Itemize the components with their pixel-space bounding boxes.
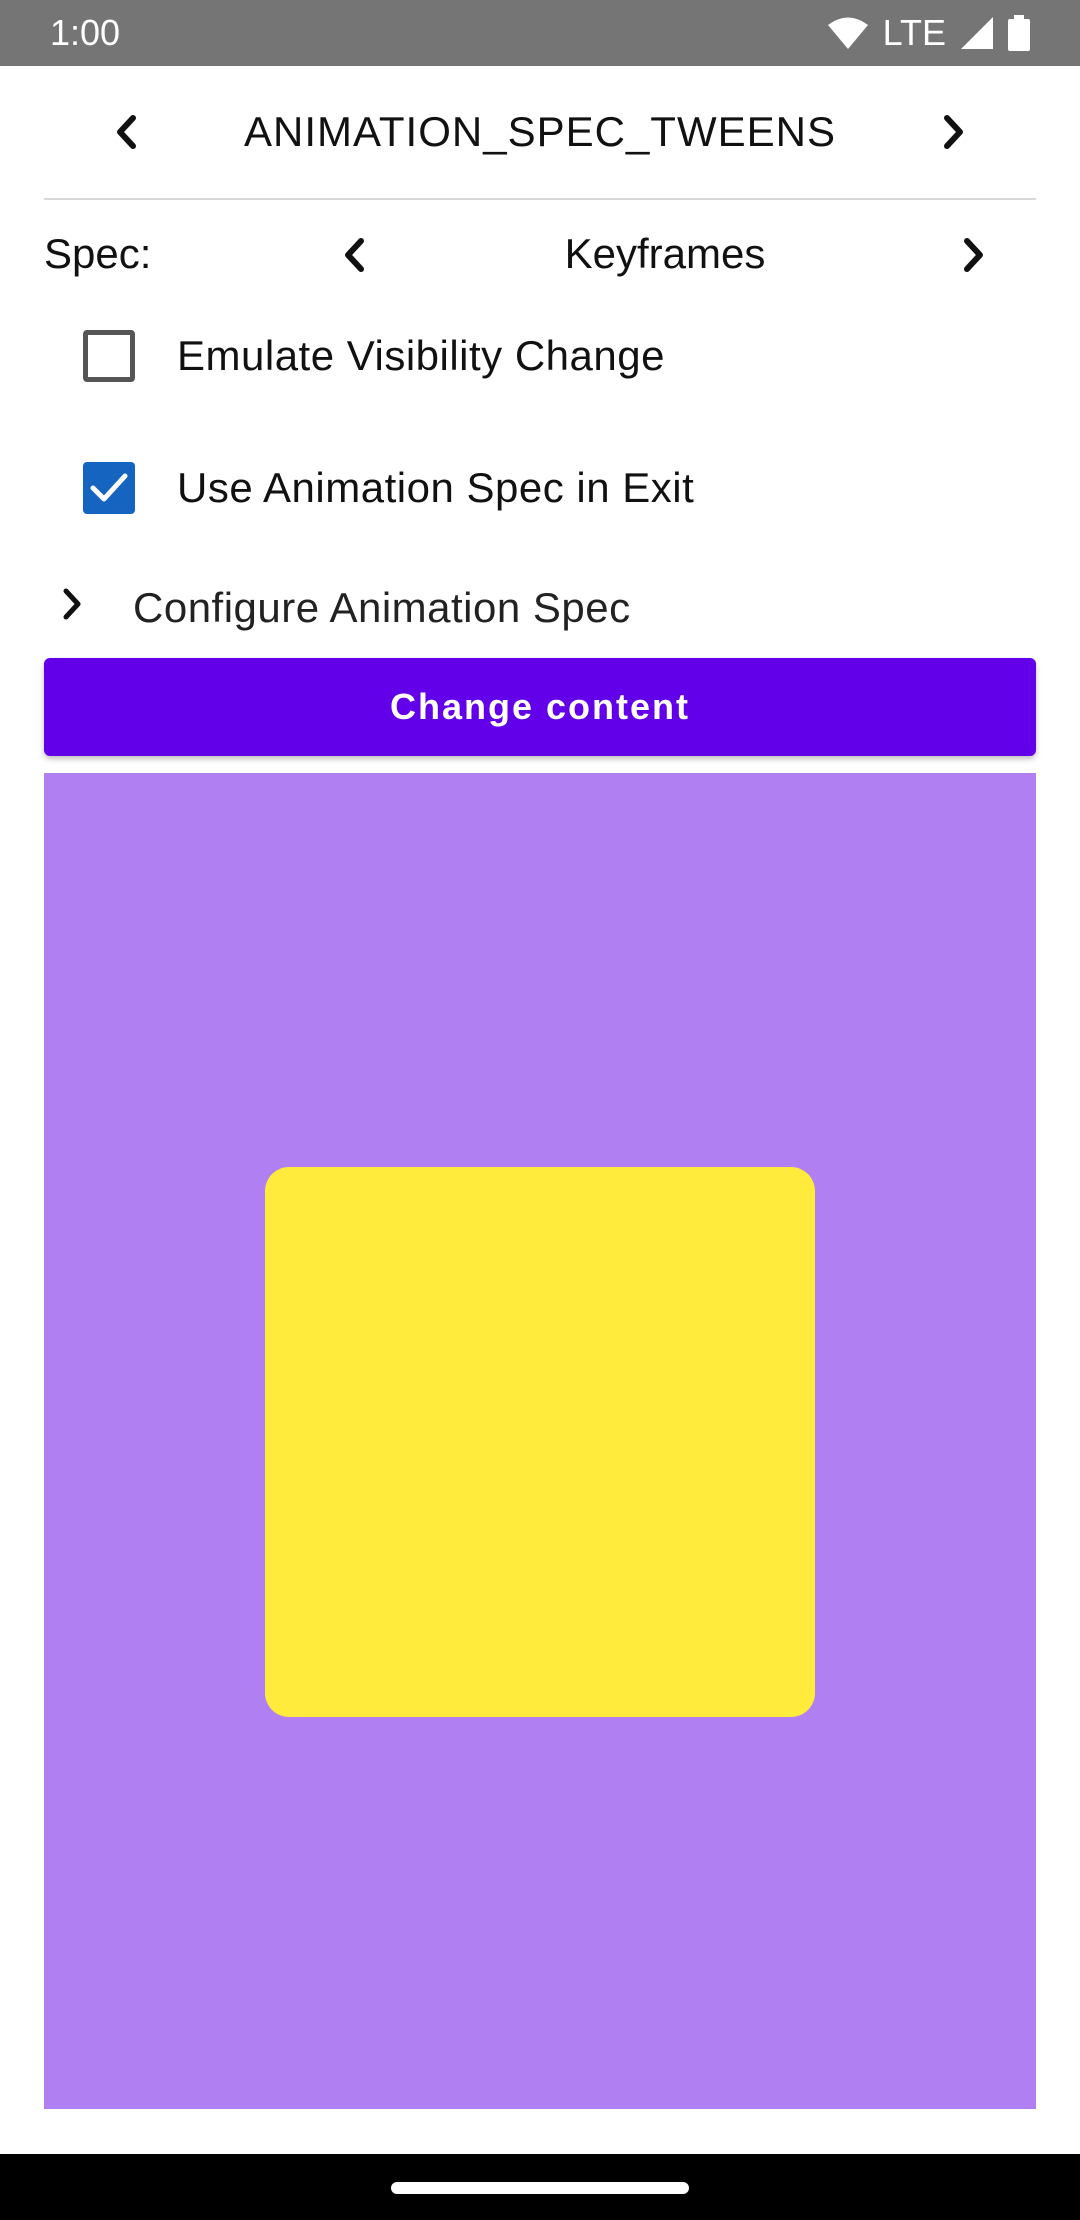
next-spec-button[interactable] (944, 225, 1004, 285)
chevron-left-icon (345, 238, 364, 272)
animation-container (44, 773, 1036, 2109)
spec-selector: Spec: Keyframes (0, 222, 1080, 288)
checkmark-icon (90, 473, 128, 502)
wifi-icon (827, 16, 869, 50)
spec-label: Spec: (44, 230, 152, 277)
chevron-left-icon (117, 115, 136, 149)
screen: 1:00 LTE ANIMATION_SPEC_TWEENS Spec: Key… (0, 0, 1080, 2220)
navigation-bar (0, 2154, 1080, 2220)
status-bar: 1:00 LTE (0, 0, 1080, 66)
chevron-right-icon (944, 115, 963, 149)
emulate-visibility-checkbox[interactable] (83, 330, 135, 382)
use-spec-in-exit-option[interactable]: Use Animation Spec in Exit (0, 448, 1080, 528)
chevron-right-icon (63, 588, 81, 620)
configure-animation-spec-toggle[interactable]: Configure Animation Spec (0, 572, 1080, 642)
header: ANIMATION_SPEC_TWEENS (44, 66, 1036, 200)
battery-icon (1008, 15, 1030, 51)
status-icons: LTE (827, 12, 1030, 54)
change-content-button[interactable]: Change content (44, 658, 1036, 756)
animated-content-box (265, 1167, 815, 1717)
page-title: ANIMATION_SPEC_TWEENS (244, 108, 836, 155)
network-type: LTE (882, 12, 946, 53)
status-time: 1:00 (50, 12, 121, 53)
use-spec-in-exit-checkbox[interactable] (83, 462, 135, 514)
chevron-right-icon (964, 238, 983, 272)
spec-value: Keyframes (564, 230, 766, 277)
home-gesture-handle[interactable] (391, 2182, 689, 2194)
use-spec-in-exit-label: Use Animation Spec in Exit (177, 464, 695, 511)
previous-demo-button[interactable] (96, 102, 156, 162)
emulate-visibility-label: Emulate Visibility Change (177, 332, 665, 379)
configure-animation-spec-label: Configure Animation Spec (133, 584, 631, 631)
emulate-visibility-option[interactable]: Emulate Visibility Change (0, 316, 1080, 396)
signal-icon (960, 16, 994, 50)
next-demo-button[interactable] (924, 102, 984, 162)
previous-spec-button[interactable] (324, 225, 384, 285)
